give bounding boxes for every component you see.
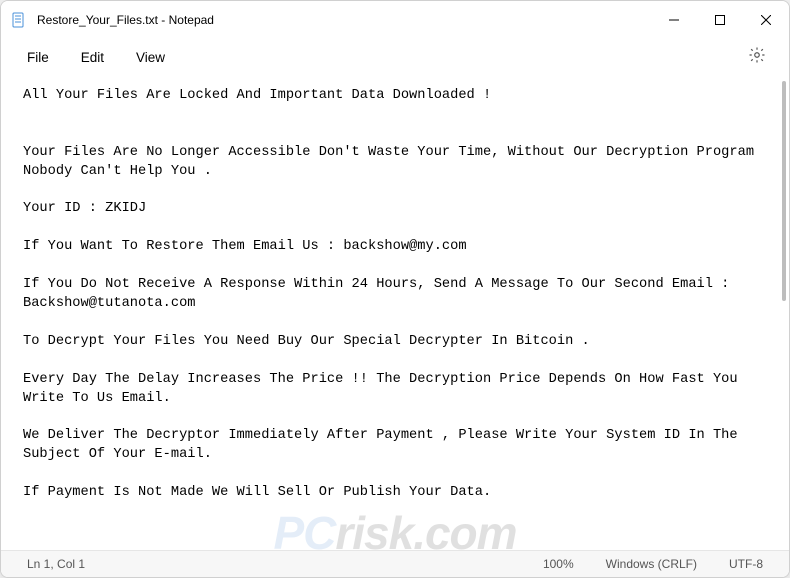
notepad-icon xyxy=(11,12,27,28)
titlebar[interactable]: Restore_Your_Files.txt - Notepad xyxy=(1,1,789,39)
window-controls xyxy=(651,1,789,39)
scrollbar-thumb[interactable] xyxy=(782,81,786,301)
status-cursor: Ln 1, Col 1 xyxy=(11,557,101,571)
menu-edit[interactable]: Edit xyxy=(65,44,120,71)
statusbar: Ln 1, Col 1 100% Windows (CRLF) UTF-8 xyxy=(1,550,789,577)
editor-area: All Your Files Are Locked And Important … xyxy=(1,75,789,550)
scrollbar-vertical[interactable] xyxy=(773,75,789,550)
status-lineending: Windows (CRLF) xyxy=(590,557,713,571)
window-title: Restore_Your_Files.txt - Notepad xyxy=(37,13,214,27)
maximize-button[interactable] xyxy=(697,1,743,39)
menu-view[interactable]: View xyxy=(120,44,181,71)
status-encoding: UTF-8 xyxy=(713,557,779,571)
settings-button[interactable] xyxy=(741,41,773,73)
text-content[interactable]: All Your Files Are Locked And Important … xyxy=(1,75,773,550)
close-button[interactable] xyxy=(743,1,789,39)
gear-icon xyxy=(748,46,766,69)
menu-file[interactable]: File xyxy=(11,44,65,71)
status-zoom: 100% xyxy=(527,557,590,571)
minimize-button[interactable] xyxy=(651,1,697,39)
menubar: File Edit View xyxy=(1,39,789,75)
notepad-window: Restore_Your_Files.txt - Notepad File Ed… xyxy=(0,0,790,578)
